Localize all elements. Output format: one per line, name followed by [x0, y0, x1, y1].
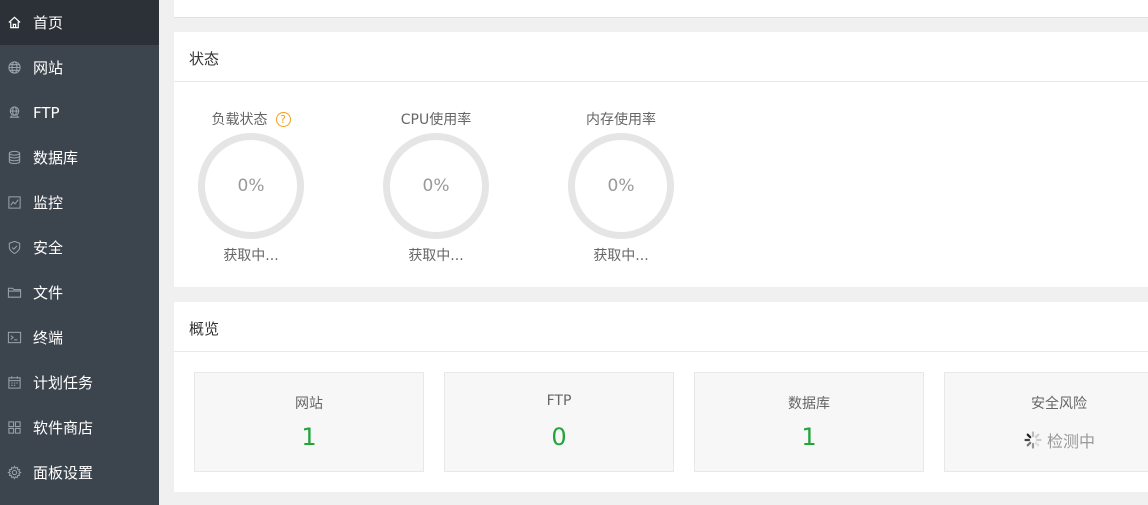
sidebar-item-label: 文件 — [33, 284, 64, 302]
sidebar-item-files[interactable]: 文件 — [0, 270, 159, 315]
sidebar-item-label: FTP — [33, 103, 60, 122]
overview-title: 概览 — [189, 320, 220, 338]
sidebar-item-label: 终端 — [33, 329, 64, 347]
help-icon[interactable]: ? — [275, 112, 291, 127]
website-card[interactable]: 网站 1 — [194, 372, 424, 472]
sidebar-item-label: 面板设置 — [33, 464, 94, 482]
gauge-ring: 0% — [568, 133, 674, 239]
checking-status: 检测中 — [945, 428, 1148, 452]
sidebar-item-label: 安全 — [33, 239, 64, 257]
sidebar-item-label: 首页 — [33, 14, 64, 32]
sidebar-item-label: 监控 — [33, 194, 64, 212]
sidebar-item-home[interactable]: 首页 — [0, 0, 159, 45]
database-icon — [6, 150, 22, 166]
terminal-icon — [6, 330, 22, 346]
card-value: 1 — [801, 423, 817, 451]
card-value: 1 — [301, 423, 317, 451]
database-card[interactable]: 数据库 1 — [694, 372, 924, 472]
card-value: 0 — [551, 423, 567, 451]
gauge-ring: 0% — [383, 133, 489, 239]
card-title: 数据库 — [788, 396, 830, 412]
sidebar-item-settings[interactable]: 面板设置 — [0, 450, 159, 495]
gauge-value: 0% — [422, 176, 450, 196]
gauge-ring: 0% — [198, 133, 304, 239]
ftp-icon — [6, 105, 22, 121]
divider — [174, 81, 1148, 82]
grid-icon — [6, 420, 22, 436]
gauge-value: 0% — [607, 176, 635, 196]
card-title: 网站 — [295, 396, 323, 412]
gauge-label: 内存使用率 — [586, 112, 656, 128]
sidebar-item-security[interactable]: 安全 — [0, 225, 159, 270]
gauge-status: 获取中... — [223, 248, 279, 264]
status-panel: 状态 负载状态? 0% 获取中... CPU使用率 0% 获取中... 内存使用… — [174, 32, 1148, 287]
card-title: FTP — [546, 393, 572, 409]
status-title: 状态 — [189, 50, 220, 68]
checking-text: 检测中 — [1046, 432, 1095, 451]
gauge-status: 获取中... — [593, 248, 649, 264]
top-panel — [174, 0, 1148, 18]
monitor-icon — [6, 195, 22, 211]
sidebar-item-database[interactable]: 数据库 — [0, 135, 159, 180]
sidebar-item-label: 软件商店 — [33, 419, 94, 437]
overview-panel: 概览 网站 1 FTP 0 数据库 1 安全风险 检测中 — [174, 302, 1148, 492]
card-title: 安全风险 — [1031, 396, 1087, 412]
sidebar-item-store[interactable]: 软件商店 — [0, 405, 159, 450]
sidebar: 首页 网站 FTP 数据库 监控 安全 文件 终端 计划任务 软件商店 面板设置 — [0, 0, 159, 505]
sidebar-item-terminal[interactable]: 终端 — [0, 315, 159, 360]
globe-icon — [6, 60, 22, 76]
sidebar-item-website[interactable]: 网站 — [0, 45, 159, 90]
calendar-icon — [6, 375, 22, 391]
folder-icon — [6, 285, 22, 301]
gauge-value: 0% — [237, 176, 265, 196]
security-risk-card[interactable]: 安全风险 检测中 — [944, 372, 1148, 472]
gauge-status: 获取中... — [408, 248, 464, 264]
sidebar-item-ftp[interactable]: FTP — [0, 90, 159, 135]
sidebar-item-monitor[interactable]: 监控 — [0, 180, 159, 225]
spinner-icon — [1024, 431, 1042, 449]
gauge-label-text: 负载状态 — [211, 112, 268, 128]
divider — [174, 351, 1148, 352]
sidebar-item-label: 网站 — [33, 59, 64, 77]
gauge-label: 负载状态? — [196, 109, 306, 129]
sidebar-item-cron[interactable]: 计划任务 — [0, 360, 159, 405]
gear-icon — [6, 465, 22, 481]
gauge-label: CPU使用率 — [400, 112, 472, 128]
sidebar-item-label: 计划任务 — [33, 374, 94, 392]
ftp-card[interactable]: FTP 0 — [444, 372, 674, 472]
home-icon — [6, 15, 22, 31]
shield-icon — [6, 240, 22, 256]
sidebar-item-label: 数据库 — [33, 149, 79, 167]
